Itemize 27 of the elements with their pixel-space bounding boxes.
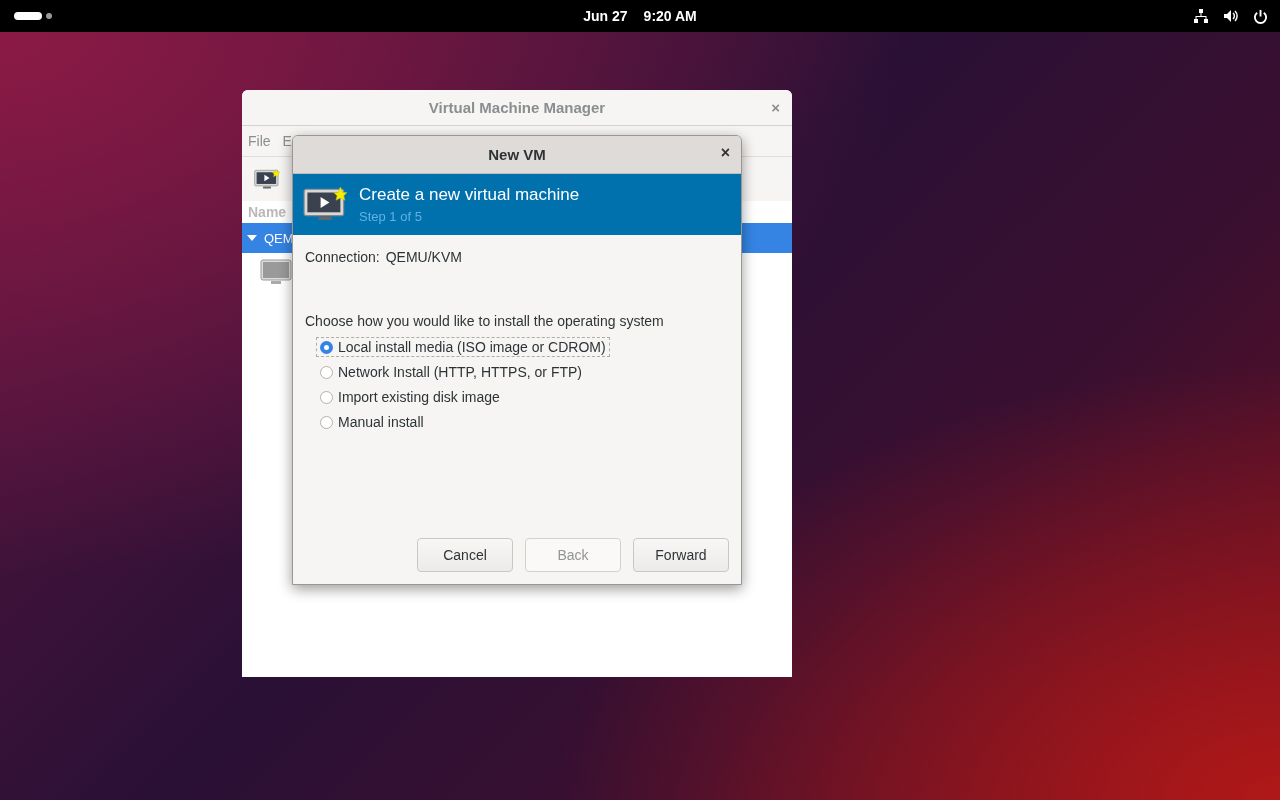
dialog-title: New VM xyxy=(488,146,546,163)
date-text[interactable]: Jun 27 xyxy=(583,8,628,24)
install-option[interactable]: Import existing disk image xyxy=(316,387,504,407)
network-icon[interactable] xyxy=(1193,8,1209,24)
close-button[interactable]: × xyxy=(720,144,730,162)
new-vm-toolbar-button[interactable] xyxy=(254,168,280,190)
connection-value: QEMU/KVM xyxy=(385,249,462,265)
install-option[interactable]: Manual install xyxy=(316,412,428,432)
radio-button[interactable] xyxy=(320,365,333,379)
install-option[interactable]: Local install media (ISO image or CDROM) xyxy=(316,337,610,357)
install-option[interactable]: Network Install (HTTP, HTTPS, or FTP) xyxy=(316,362,586,382)
clock-text[interactable]: 9:20 AM xyxy=(643,8,697,24)
wizard-title: Create a new virtual machine xyxy=(359,185,580,205)
monitor-star-icon xyxy=(303,186,347,223)
radio-button[interactable] xyxy=(320,390,333,404)
dialog-button[interactable]: Cancel xyxy=(417,538,513,572)
radio-button[interactable] xyxy=(320,415,333,429)
activities-pill-icon[interactable] xyxy=(12,12,52,20)
dialog-button[interactable]: Forward xyxy=(633,538,729,572)
volume-icon[interactable] xyxy=(1223,8,1239,24)
window-title: Virtual Machine Manager xyxy=(428,99,606,116)
radio-button[interactable] xyxy=(320,340,333,354)
connection-label: Connection: xyxy=(305,249,380,265)
power-icon[interactable] xyxy=(1253,8,1268,24)
install-method-prompt: Choose how you would like to install the operating system xyxy=(305,313,665,329)
step-indicator: Step 1 of 5 xyxy=(359,209,423,224)
monitor-star-icon xyxy=(254,168,280,190)
